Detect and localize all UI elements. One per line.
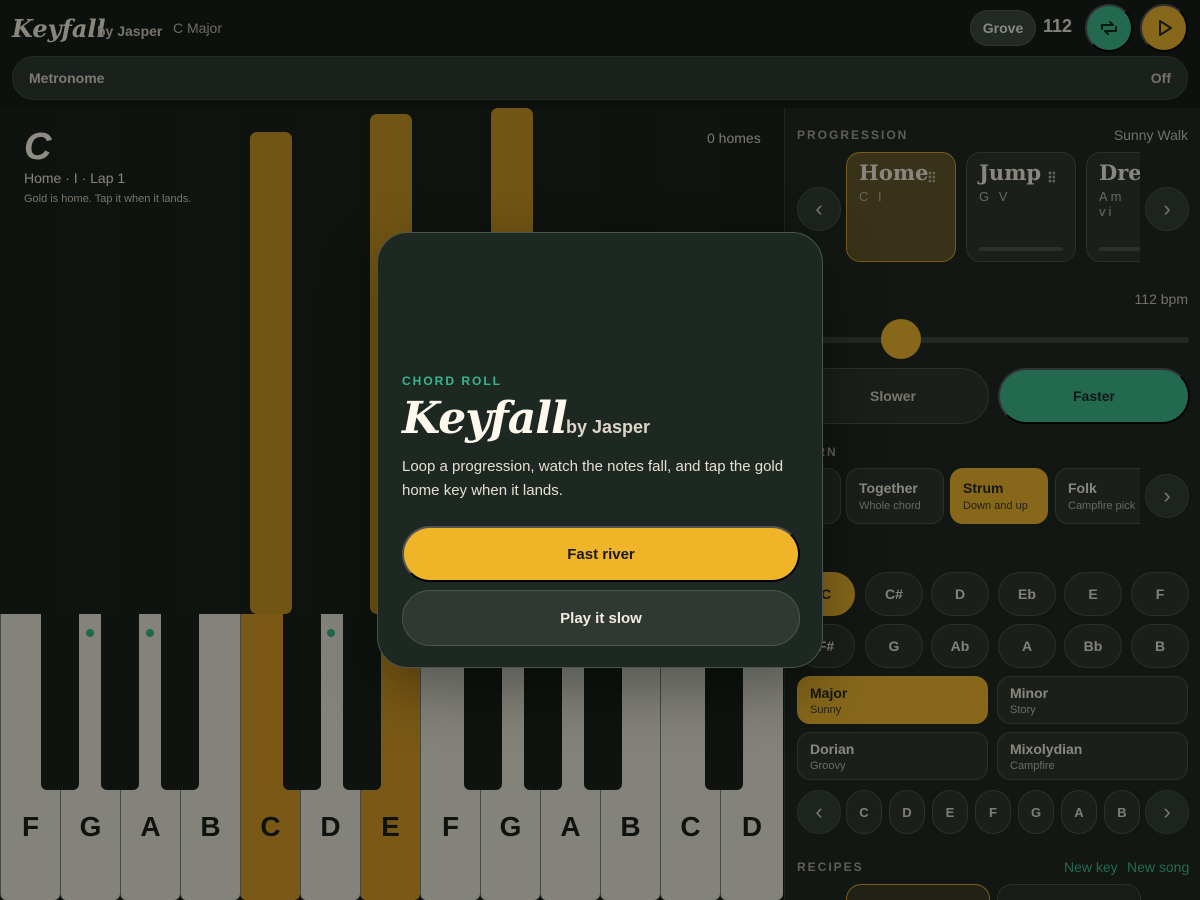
fast-river-button[interactable]: Fast river <box>402 526 800 582</box>
dialog-eyebrow: CHORD ROLL <box>402 374 502 388</box>
dialog-title: Keyfall <box>402 393 568 444</box>
dialog-author: by Jasper <box>566 417 651 437</box>
welcome-dialog: CHORD ROLL Keyfall by Jasper Loop a prog… <box>377 232 823 668</box>
keyfall-app: Keyfall by Jasper C Major Grove 112 Metr… <box>0 0 1200 900</box>
play-slow-button[interactable]: Play it slow <box>402 590 800 646</box>
dialog-description: Loop a progression, watch the notes fall… <box>402 458 784 499</box>
